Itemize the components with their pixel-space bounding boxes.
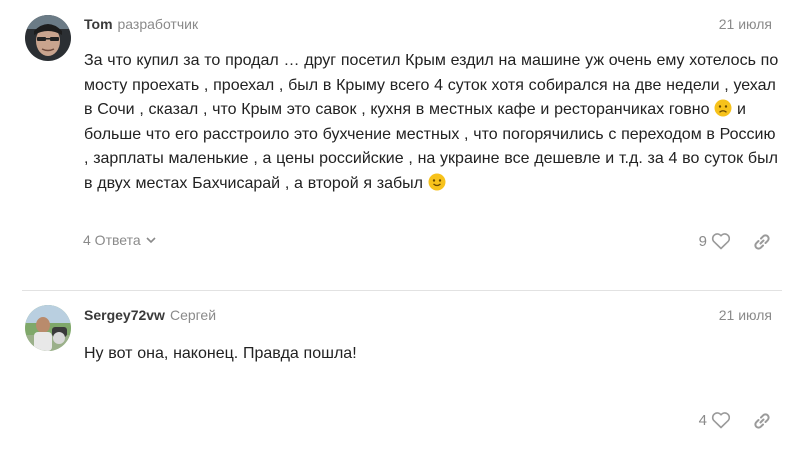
like-button[interactable]: 4: [699, 411, 731, 429]
comment-text: Ну вот она, наконец. Правда пошла!: [84, 345, 357, 362]
share-link-button[interactable]: [752, 411, 772, 431]
comment-text-part: За что купил за то продал … друг посетил…: [84, 52, 779, 118]
frowning-emoji-icon: [714, 99, 732, 117]
smiling-emoji-icon: [428, 173, 446, 190]
username[interactable]: Tom: [84, 16, 113, 32]
user-role: Сергей: [169, 307, 217, 323]
replies-toggle[interactable]: 4 Ответа: [83, 232, 158, 248]
username[interactable]: Sergey72vw: [84, 307, 165, 323]
comment-date: 21 июля: [718, 16, 772, 32]
link-share-icon: [754, 234, 770, 250]
user-role: разработчик: [117, 16, 199, 32]
comment-card: Tom разработчик 21 июля За что купил за т…: [0, 0, 794, 290]
avatar[interactable]: [25, 15, 71, 61]
share-link-button[interactable]: [752, 232, 772, 252]
like-count: 9: [698, 232, 707, 250]
comment-card: Sergey72vw Сергей 21 июля Ну вот она, нак…: [0, 291, 794, 468]
comment-date: 21 июля: [718, 307, 772, 323]
replies-label: 4 Ответа: [83, 232, 141, 248]
comment-meta: Sergey72vw Сергей: [84, 307, 216, 323]
like-button[interactable]: 9: [699, 232, 731, 250]
comment-text: За что купил за то продал … друг посетил…: [84, 49, 784, 196]
link-share-icon: [754, 413, 770, 429]
heart-outline-icon: [711, 233, 731, 250]
chevron-down-icon: [146, 237, 156, 244]
like-count: 4: [698, 411, 707, 429]
comment-meta: Tom разработчик: [84, 16, 198, 32]
avatar[interactable]: [25, 305, 71, 351]
heart-outline-icon: [711, 412, 731, 429]
